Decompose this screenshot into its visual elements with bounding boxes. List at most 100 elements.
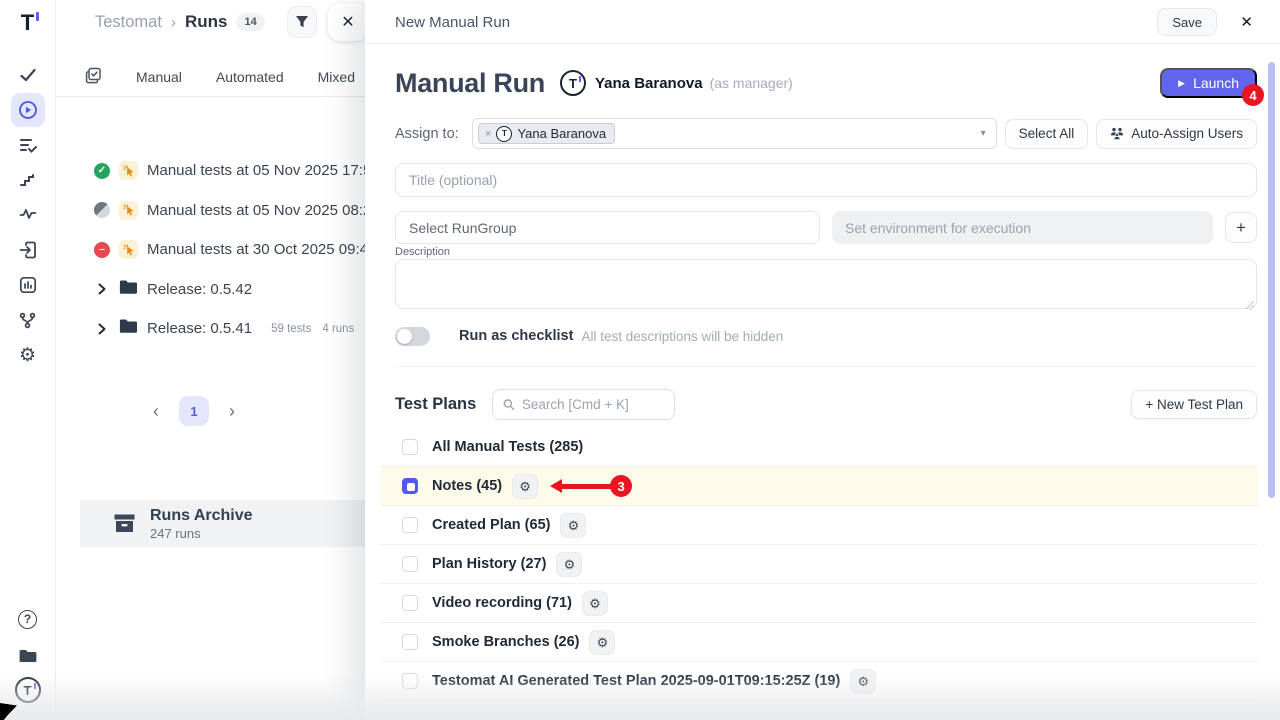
- checklist-hint: All test descriptions will be hidden: [581, 329, 783, 344]
- test-plan-label[interactable]: All Manual Tests (285): [432, 439, 583, 455]
- testomat-logo-icon[interactable]: T: [11, 6, 45, 40]
- next-page-arrow[interactable]: ›: [222, 401, 242, 422]
- branch-icon[interactable]: [11, 303, 45, 337]
- breadcrumb-app[interactable]: Testomat: [95, 13, 162, 32]
- chevron-down-icon[interactable]: ▾: [981, 128, 986, 139]
- description-label: Description: [395, 246, 450, 258]
- plan-settings-gear-button[interactable]: ⚙: [556, 552, 582, 577]
- run-item-title: Manual tests at 05 Nov 2025 08:23: [147, 202, 380, 219]
- test-plan-row: Notes (45) ⚙ 3: [381, 467, 1258, 506]
- modal-title: New Manual Run: [395, 14, 510, 31]
- archive-box-icon: [113, 513, 136, 534]
- tab-automated[interactable]: Automated: [216, 69, 284, 85]
- annotation-arrow: 3: [550, 475, 632, 497]
- search-input[interactable]: [522, 397, 665, 412]
- annotation-badge-3: 3: [610, 475, 632, 497]
- manager-name: Yana Baranova: [595, 75, 703, 92]
- plan-settings-gear-button[interactable]: ⚙: [589, 630, 615, 655]
- tests-check-icon[interactable]: [11, 58, 45, 92]
- environment-input[interactable]: [832, 211, 1213, 244]
- run-as-checklist-toggle[interactable]: [395, 327, 430, 346]
- test-plans-heading: Test Plans: [395, 395, 476, 414]
- manual-pointer-icon: [119, 161, 138, 180]
- divider: [395, 366, 1257, 367]
- test-plan-label[interactable]: Smoke Branches (26): [432, 634, 579, 650]
- test-plan-search[interactable]: [492, 389, 675, 420]
- tab-mixed[interactable]: Mixed: [318, 69, 355, 85]
- runs-archive-card[interactable]: Runs Archive 247 runs: [80, 500, 390, 547]
- account-avatar[interactable]: T: [11, 673, 45, 707]
- analytics-icon[interactable]: [11, 268, 45, 302]
- add-environment-button[interactable]: +: [1225, 212, 1257, 243]
- test-plan-checkbox[interactable]: [402, 439, 418, 455]
- manual-pointer-icon: [119, 240, 138, 259]
- test-plan-label[interactable]: Notes (45): [432, 478, 502, 494]
- help-icon[interactable]: ?: [11, 602, 45, 636]
- panel-close-button[interactable]: ✕: [328, 3, 368, 41]
- funnel-icon: [295, 15, 309, 29]
- plan-settings-gear-button[interactable]: ⚙: [850, 669, 876, 694]
- test-plan-checkbox[interactable]: [402, 556, 418, 572]
- save-button[interactable]: Save: [1157, 8, 1217, 36]
- status-failed-icon: –: [94, 242, 110, 258]
- manager-avatar: T: [560, 70, 586, 96]
- plan-settings-gear-button[interactable]: ⚙: [582, 591, 608, 616]
- auto-assign-button[interactable]: Auto-Assign Users: [1096, 119, 1257, 149]
- test-plan-checkbox[interactable]: [402, 595, 418, 611]
- launch-button[interactable]: ▶ Launch 4: [1160, 68, 1257, 98]
- description-textarea[interactable]: [395, 259, 1257, 309]
- projects-folder-icon[interactable]: [11, 638, 45, 672]
- annotation-badge-4: 4: [1242, 84, 1264, 106]
- chip-remove-icon[interactable]: ×: [485, 128, 491, 140]
- breadcrumb-separator: ›: [171, 14, 176, 31]
- chip-avatar: T: [496, 126, 512, 142]
- steps-icon[interactable]: [11, 163, 45, 197]
- test-plan-checkbox-checked[interactable]: [402, 478, 418, 494]
- modal-close-icon[interactable]: ✕: [1240, 13, 1253, 31]
- run-title-input[interactable]: [395, 163, 1257, 197]
- test-plan-row: Testomat AI Generated Test Plan 2025-09-…: [381, 662, 1258, 701]
- import-icon[interactable]: [11, 233, 45, 267]
- chevron-right-icon[interactable]: [94, 283, 110, 295]
- folder-meta: 59 tests4 runs: [271, 323, 354, 335]
- runs-play-icon[interactable]: [11, 93, 45, 127]
- new-manual-run-modal: New Manual Run Save ✕ Manual Run T Yana …: [365, 0, 1280, 720]
- assignee-select[interactable]: × T Yana Baranova ▾: [472, 118, 997, 149]
- test-list-icon[interactable]: [11, 128, 45, 162]
- rungroup-select[interactable]: [395, 211, 820, 244]
- select-all-button[interactable]: Select All: [1005, 119, 1089, 149]
- icon-rail: T ⚙ ? T: [0, 0, 56, 720]
- plan-settings-gear-button[interactable]: ⚙: [512, 474, 538, 499]
- test-plan-label[interactable]: Plan History (27): [432, 556, 546, 572]
- filter-button[interactable]: [287, 6, 317, 38]
- test-plans-header: Test Plans + New Test Plan: [395, 389, 1257, 420]
- pulse-icon[interactable]: [11, 197, 45, 231]
- chevron-right-icon[interactable]: [94, 323, 110, 335]
- rungroup-row: +: [395, 211, 1257, 244]
- test-plan-checkbox[interactable]: [402, 517, 418, 533]
- page-number[interactable]: 1: [179, 396, 209, 426]
- tab-manual[interactable]: Manual: [136, 69, 182, 85]
- test-plan-checkbox[interactable]: [402, 673, 418, 689]
- new-test-plan-button[interactable]: + New Test Plan: [1131, 390, 1257, 419]
- settings-gear-icon[interactable]: ⚙: [11, 338, 45, 372]
- modal-header: New Manual Run Save ✕: [365, 0, 1280, 44]
- test-plan-label[interactable]: Testomat AI Generated Test Plan 2025-09-…: [432, 673, 840, 689]
- run-all-icon[interactable]: [85, 67, 102, 87]
- prev-page-arrow[interactable]: ‹: [146, 401, 166, 422]
- run-item-title: Release: 0.5.41: [147, 320, 252, 337]
- scrollbar-thumb[interactable]: [1268, 62, 1275, 498]
- archive-title: Runs Archive: [150, 506, 253, 525]
- plan-settings-gear-button[interactable]: ⚙: [560, 513, 586, 538]
- test-plan-row: All Manual Tests (285): [381, 428, 1258, 467]
- test-plan-label[interactable]: Created Plan (65): [432, 517, 550, 533]
- close-icon: ✕: [341, 12, 354, 32]
- chip-name: Yana Baranova: [517, 126, 606, 141]
- app-root: T ⚙ ? T Testom: [0, 0, 1280, 720]
- assignee-chip[interactable]: × T Yana Baranova: [478, 123, 615, 144]
- test-plan-label[interactable]: Video recording (71): [432, 595, 572, 611]
- search-icon: [503, 398, 515, 411]
- test-plan-checkbox[interactable]: [402, 634, 418, 650]
- archive-subtitle: 247 runs: [150, 526, 253, 541]
- breadcrumb-page: Runs: [185, 12, 228, 32]
